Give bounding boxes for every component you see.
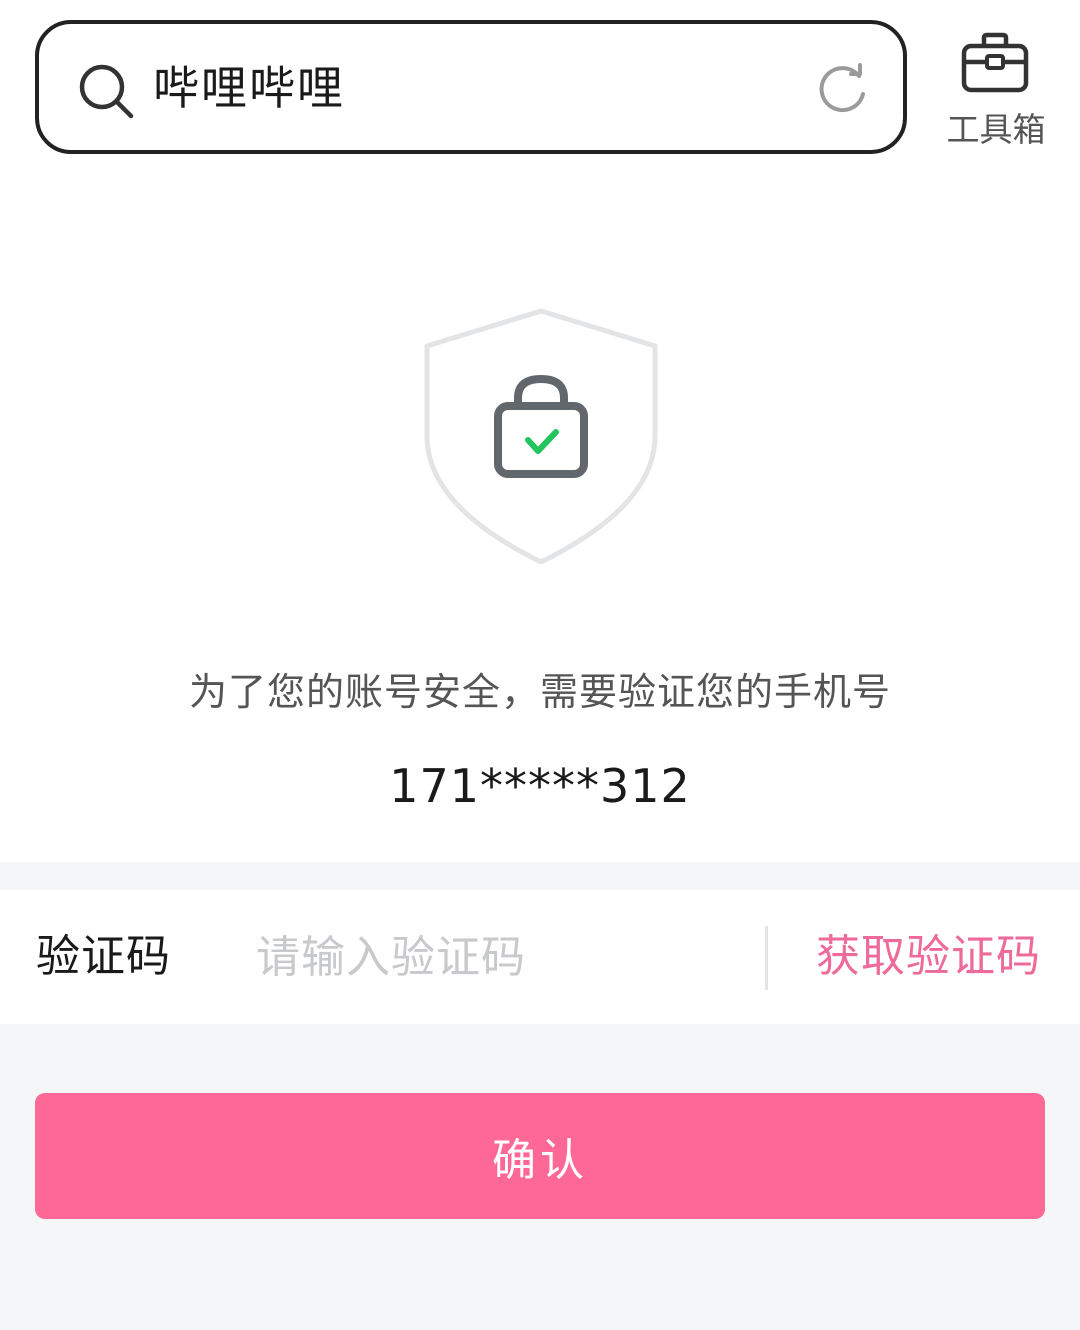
- toolbox-button[interactable]: 工具箱: [940, 30, 1052, 160]
- toolbox-icon: [961, 32, 1029, 93]
- security-notice-text: 为了您的账号安全，需要验证您的手机号: [188, 670, 891, 714]
- confirm-button[interactable]: 确认: [35, 1093, 1045, 1219]
- vertical-divider: [765, 926, 768, 990]
- masked-phone-number: 171*****312: [389, 759, 691, 813]
- code-label: 验证码: [36, 931, 171, 982]
- refresh-icon[interactable]: [815, 62, 871, 118]
- lock-icon: [494, 374, 588, 478]
- search-icon: [79, 64, 134, 119]
- shield-icon: [424, 308, 658, 565]
- verification-header-area: 哔哩哔哩 工具箱 为了您的账号安全，需要验证您的手机号 171*****312: [0, 0, 1080, 862]
- toolbox-label: 工具箱: [946, 110, 1046, 149]
- verification-code-row: 验证码 获取验证码: [0, 890, 1080, 1024]
- verification-code-input[interactable]: [256, 926, 736, 988]
- search-bar[interactable]: 哔哩哔哩: [35, 20, 907, 154]
- search-query-text[interactable]: 哔哩哔哩: [153, 60, 345, 116]
- get-code-button[interactable]: 获取验证码: [816, 930, 1041, 984]
